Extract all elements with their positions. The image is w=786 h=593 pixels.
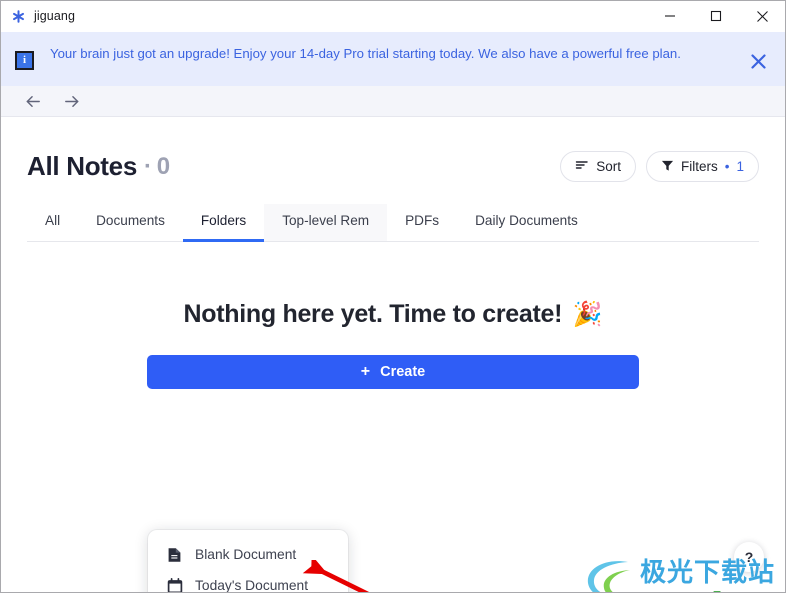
banner-message: Your brain just got an upgrade! Enjoy yo… — [50, 46, 681, 61]
tab-label: PDFs — [405, 213, 440, 228]
navigation-bar — [1, 86, 785, 117]
filters-button[interactable]: Filters • 1 — [646, 151, 759, 182]
page-header: All Notes · 0 Sort Filters • 1 — [1, 117, 785, 182]
tab-label: Folders — [200, 213, 247, 228]
filter-icon — [661, 159, 674, 175]
title-bar: jiguang — [1, 1, 785, 32]
minimize-button[interactable] — [647, 1, 693, 32]
page-title-separator: · — [143, 152, 152, 180]
note-count: 0 — [156, 152, 170, 180]
tab-label: Daily Documents — [475, 213, 578, 228]
title-bar-left: jiguang — [1, 9, 75, 24]
party-popper-icon: 🎉 — [572, 301, 603, 328]
sort-button[interactable]: Sort — [560, 151, 636, 182]
menu-item-todays-document[interactable]: Today's Document — [148, 570, 348, 593]
back-button[interactable] — [21, 89, 45, 113]
document-icon — [166, 546, 183, 563]
help-button-label: ? — [744, 549, 754, 565]
calendar-icon — [166, 577, 183, 592]
filters-count: 1 — [736, 159, 744, 174]
main-content: All Notes · 0 Sort Filters • 1 All Docum… — [1, 117, 785, 593]
info-icon: i — [15, 51, 34, 70]
menu-item-label: Today's Document — [195, 578, 309, 593]
tab-top-level-rem[interactable]: Top-level Rem — [264, 204, 388, 241]
empty-state-heading: Nothing here yet. Time to create! — [183, 300, 563, 328]
sort-label: Sort — [596, 159, 621, 174]
watermark-url: www.xz7.com — [662, 589, 775, 593]
tab-label: Documents — [96, 213, 165, 228]
app-window: jiguang i Your brain just got an upgrade… — [0, 0, 786, 593]
create-dropdown-menu: Blank Document Today's Document — [148, 530, 348, 593]
sort-icon — [575, 158, 589, 175]
help-button[interactable]: ? — [734, 542, 764, 572]
plus-icon: + — [360, 363, 371, 380]
tab-documents[interactable]: Documents — [78, 204, 183, 241]
window-title: jiguang — [34, 9, 76, 23]
menu-item-blank-document[interactable]: Blank Document — [148, 539, 348, 570]
maximize-button[interactable] — [693, 1, 739, 32]
window-controls — [647, 1, 785, 32]
header-actions: Sort Filters • 1 — [560, 151, 759, 182]
tab-pdfs[interactable]: PDFs — [387, 204, 457, 241]
watermark-logo-icon — [582, 555, 636, 592]
empty-state-heading-row: Nothing here yet. Time to create! 🎉 — [1, 300, 785, 329]
create-button-label: Create — [380, 364, 426, 380]
empty-state: Nothing here yet. Time to create! 🎉 + Cr… — [1, 300, 785, 389]
page-title: All Notes — [27, 151, 137, 181]
forward-button[interactable] — [59, 89, 83, 113]
menu-item-label: Blank Document — [195, 547, 297, 562]
tab-bar: All Documents Folders Top-level Rem PDFs… — [27, 204, 759, 242]
tab-label: Top-level Rem — [282, 213, 370, 228]
tab-all[interactable]: All — [27, 204, 78, 241]
tab-daily-documents[interactable]: Daily Documents — [457, 204, 596, 241]
asterisk-icon — [11, 9, 26, 24]
tab-label: All — [45, 213, 61, 228]
tab-folders[interactable]: Folders — [182, 204, 265, 242]
create-button[interactable]: + Create — [147, 355, 639, 389]
filters-separator: • — [724, 159, 730, 174]
banner-close-button[interactable] — [743, 46, 773, 76]
close-button[interactable] — [739, 1, 785, 32]
trial-banner: i Your brain just got an upgrade! Enjoy … — [1, 32, 785, 86]
filters-label: Filters — [681, 159, 718, 174]
